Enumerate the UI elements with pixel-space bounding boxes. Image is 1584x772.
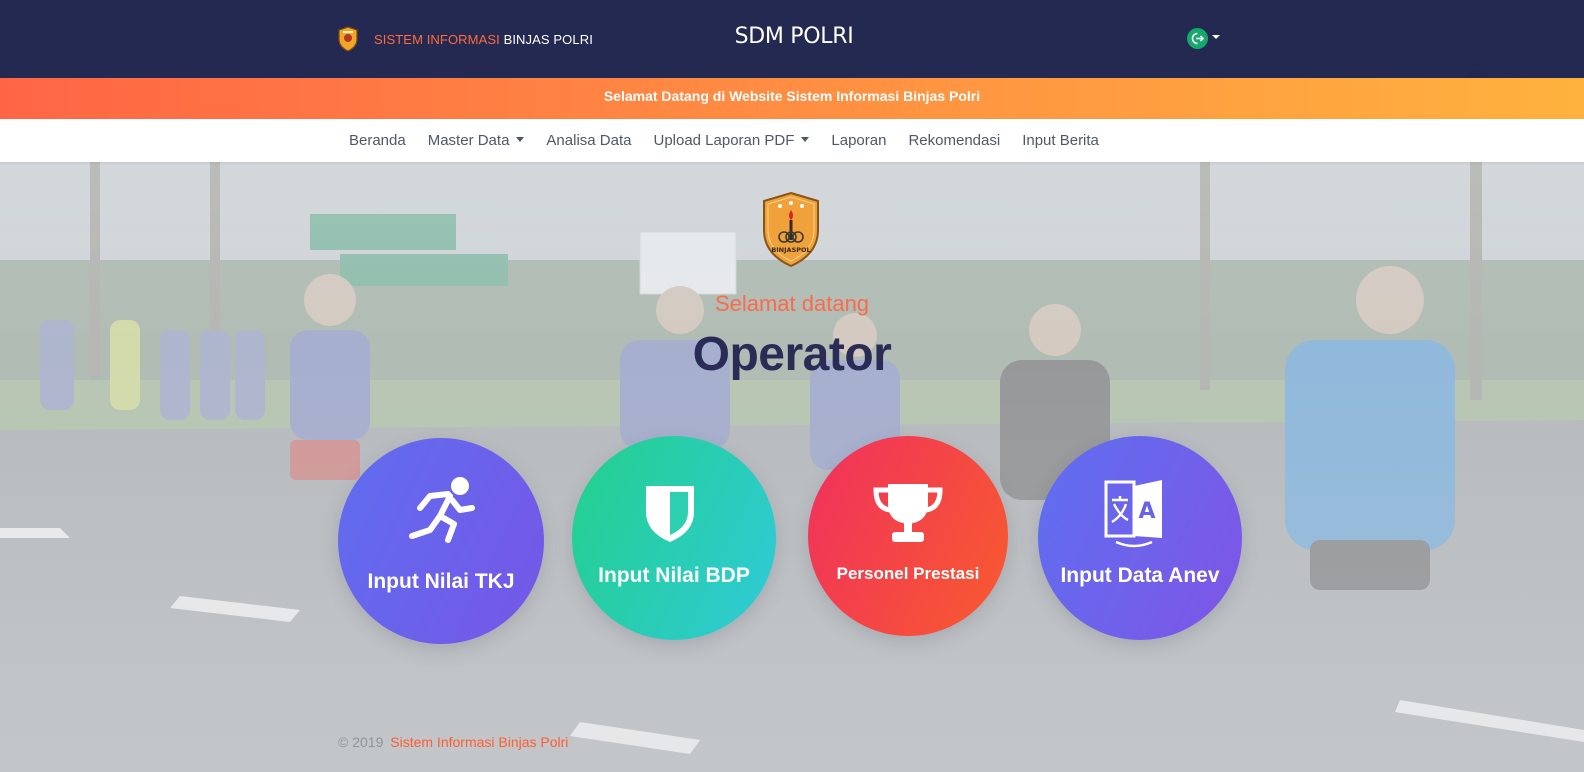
binjaspol-emblem: BINJASPOL: [763, 191, 819, 268]
logout-icon: [1187, 28, 1208, 49]
nav-item-analisa-data[interactable]: Analisa Data: [535, 119, 642, 162]
footer-copyright: © 2019: [338, 734, 384, 750]
welcome-text: Selamat datang: [714, 291, 870, 316]
nav-item-label: Analisa Data: [546, 132, 632, 149]
brand-name-rest: BINJAS POLRI: [503, 31, 593, 47]
nav-item-label: Laporan: [831, 132, 887, 149]
personel-prestasi-button[interactable]: Personel Prestasi: [808, 436, 1008, 636]
input-nilai-tkj-button[interactable]: Input Nilai TKJ: [338, 438, 544, 644]
brand[interactable]: SISTEM INFORMASI BINJAS POLRI: [337, 26, 593, 52]
nav-item-beranda[interactable]: Beranda: [338, 119, 417, 162]
main-nav: Beranda Master Data Analisa Data Upload …: [0, 119, 1584, 162]
nav-item-label: Master Data: [427, 132, 510, 149]
nav-item-label: Upload Laporan PDF: [653, 132, 795, 149]
input-nilai-bdp-button[interactable]: Input Nilai BDP: [572, 436, 776, 640]
caret-down-icon: [516, 137, 525, 142]
nav-item-upload-laporan-pdf[interactable]: Upload Laporan PDF: [642, 119, 820, 162]
shield-icon: [646, 486, 694, 542]
page-title: SDM POLRI: [734, 24, 854, 49]
nav-item-label: Rekomendasi: [908, 132, 1001, 149]
input-data-anev-label: Input Data Anev: [1060, 564, 1220, 587]
input-nilai-bdp-label: Input Nilai BDP: [598, 564, 750, 587]
nav-item-input-berita[interactable]: Input Berita: [1011, 119, 1110, 162]
nav-item-master-data[interactable]: Master Data: [417, 119, 536, 162]
nav-item-laporan[interactable]: Laporan: [820, 119, 897, 162]
personel-prestasi-label: Personel Prestasi: [836, 564, 980, 583]
caret-down-icon: [801, 137, 810, 142]
police-badge-icon: [338, 26, 358, 52]
chevron-down-icon: [1212, 34, 1220, 39]
input-data-anev-button[interactable]: A Input Data Anev: [1038, 436, 1242, 640]
footer: © 2019 Sistem Informasi Binjas Polri: [338, 734, 568, 750]
nav-item-rekomendasi[interactable]: Rekomendasi: [897, 119, 1011, 162]
footer-site-link[interactable]: Sistem Informasi Binjas Polri: [390, 734, 568, 750]
brand-name-highlight: SISTEM INFORMASI: [374, 31, 500, 47]
running-icon: [409, 477, 475, 543]
trophy-icon: [873, 484, 943, 542]
nav-item-label: Beranda: [349, 132, 406, 149]
emblem-text: BINJASPOL: [771, 246, 810, 254]
user-menu-toggle[interactable]: [1187, 28, 1220, 49]
welcome-banner: Selamat Datang di Website Sistem Informa…: [0, 78, 1584, 119]
language-icon: A: [1104, 480, 1162, 548]
input-nilai-tkj-label: Input Nilai TKJ: [367, 570, 515, 593]
nav-item-label: Input Berita: [1022, 132, 1099, 149]
brand-name: SISTEM INFORMASI BINJAS POLRI: [374, 32, 593, 47]
top-bar: SISTEM INFORMASI BINJAS POLRI SDM POLRI: [0, 0, 1584, 78]
user-role: Operator: [692, 328, 892, 381]
svg-text:A: A: [1138, 499, 1155, 524]
